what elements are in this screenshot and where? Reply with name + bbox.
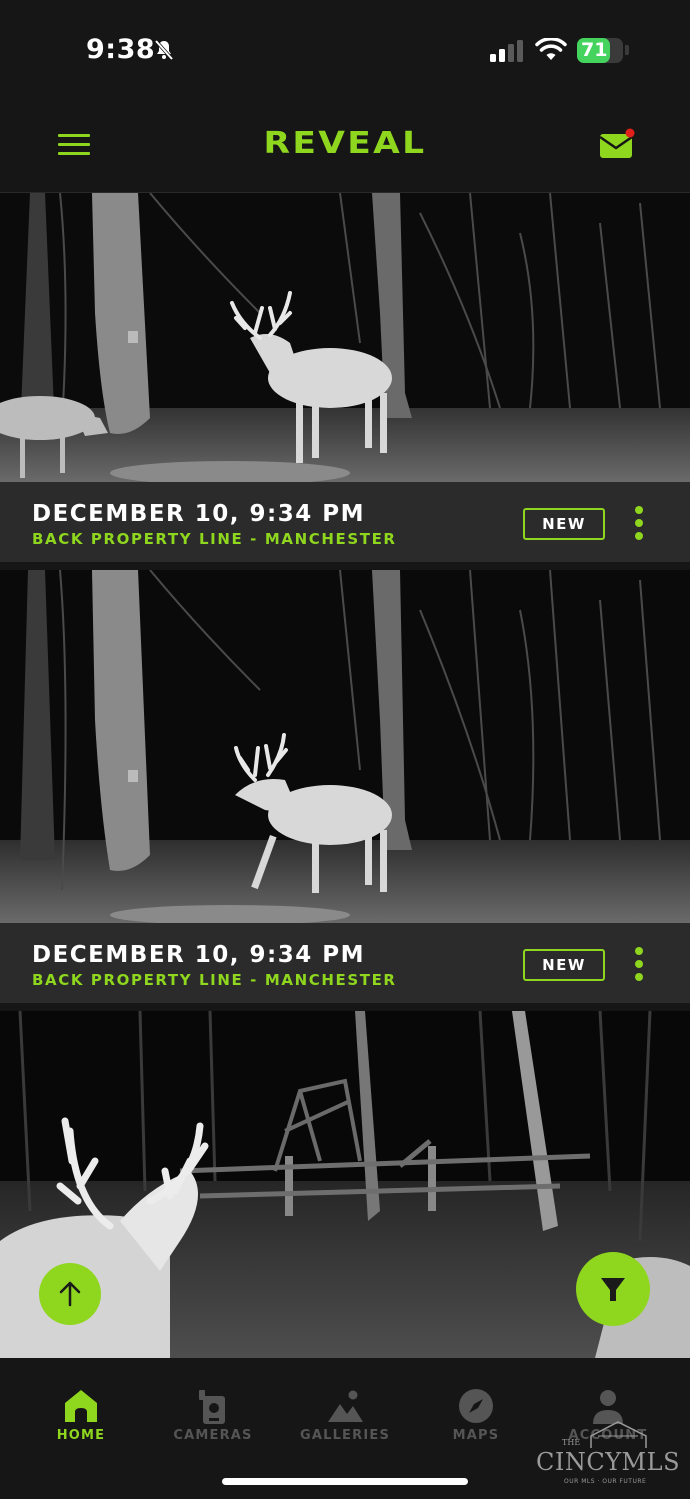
status-time: 9:38 bbox=[86, 34, 156, 65]
wifi-icon bbox=[535, 38, 567, 60]
camera-location: BACK PROPERTY LINE - MANCHESTER bbox=[32, 530, 397, 548]
battery-indicator: 71 bbox=[577, 38, 623, 63]
brand-logo: REVEAL bbox=[263, 126, 427, 161]
cellular-signal-icon bbox=[490, 40, 523, 62]
gallery-icon bbox=[328, 1390, 363, 1422]
status-bar: 9:38 71 bbox=[0, 0, 690, 100]
tab-label: GALLERIES bbox=[299, 1428, 391, 1443]
filter-icon bbox=[601, 1278, 625, 1301]
filter-button[interactable] bbox=[576, 1252, 650, 1326]
hamburger-menu-icon[interactable] bbox=[58, 134, 90, 156]
tab-label: MAPS bbox=[452, 1428, 500, 1443]
watermark-tagline: OUR MLS · OUR FUTURE bbox=[564, 1478, 647, 1485]
tab-galleries[interactable]: GALLERIES bbox=[280, 1358, 410, 1458]
home-indicator bbox=[222, 1478, 468, 1485]
more-options-icon[interactable] bbox=[632, 506, 646, 542]
photo-date: DECEMBER 10, 9:34 PM bbox=[32, 501, 365, 527]
tab-label: CAMERAS bbox=[173, 1428, 253, 1443]
photo-caption: DECEMBER 10, 9:34 PM BACK PROPERTY LINE … bbox=[0, 923, 690, 1003]
watermark-name: CINCYMLS bbox=[536, 1448, 681, 1476]
camera-icon bbox=[199, 1390, 225, 1424]
new-badge: NEW bbox=[523, 949, 605, 981]
photo-caption: DECEMBER 10, 9:34 PM BACK PROPERTY LINE … bbox=[0, 482, 690, 562]
tab-home[interactable]: HOME bbox=[16, 1358, 146, 1458]
camera-location: BACK PROPERTY LINE - MANCHESTER bbox=[32, 971, 397, 989]
battery-cap bbox=[625, 45, 629, 55]
watermark-prefix: THE bbox=[562, 1438, 581, 1447]
tab-cameras[interactable]: CAMERAS bbox=[148, 1358, 278, 1458]
new-badge: NEW bbox=[523, 508, 605, 540]
scroll-to-top-button[interactable] bbox=[39, 1263, 101, 1325]
trail-camera-photo[interactable] bbox=[0, 570, 690, 923]
photo-date: DECEMBER 10, 9:34 PM bbox=[32, 942, 365, 968]
house-outline-icon bbox=[590, 1421, 647, 1448]
battery-percent: 71 bbox=[581, 39, 608, 61]
arrow-up-icon bbox=[59, 1281, 81, 1307]
watermark-logo: THE CINCYMLS OUR MLS · OUR FUTURE bbox=[536, 1418, 686, 1488]
more-options-icon[interactable] bbox=[632, 947, 646, 983]
trail-camera-photo[interactable] bbox=[0, 193, 690, 482]
bell-muted-icon bbox=[154, 39, 174, 61]
tab-maps[interactable]: MAPS bbox=[411, 1358, 541, 1458]
compass-icon bbox=[459, 1389, 493, 1423]
mail-icon[interactable] bbox=[599, 128, 637, 162]
tab-label: HOME bbox=[56, 1428, 106, 1443]
home-icon bbox=[65, 1390, 97, 1422]
